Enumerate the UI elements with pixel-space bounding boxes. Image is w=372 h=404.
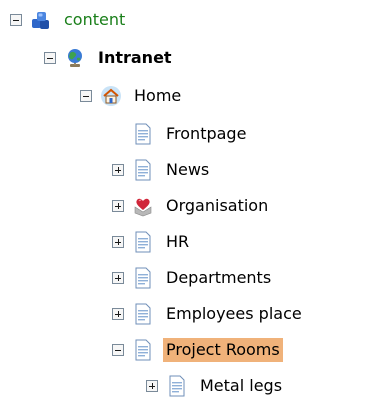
- tree-node-employees-place[interactable]: Employees place: [112, 296, 305, 332]
- page-icon: [135, 231, 151, 253]
- collapse-toggle[interactable]: [80, 90, 92, 102]
- tree-node-label: Metal legs: [200, 376, 283, 395]
- content-blocks-icon: [32, 12, 49, 29]
- tree-node-home[interactable]: Home: [80, 78, 184, 114]
- collapse-toggle[interactable]: [112, 344, 124, 356]
- tree-node-label: Frontpage: [166, 124, 247, 143]
- expand-toggle[interactable]: [112, 236, 124, 248]
- tree-node-label: News: [166, 160, 210, 179]
- tree-node-label: Employees place: [166, 304, 302, 323]
- tree-node-label: Intranet: [98, 48, 172, 67]
- page-icon: [135, 123, 151, 145]
- page-icon: [135, 303, 151, 325]
- content-tree: content Intranet Home Frontpage News Org…: [0, 0, 372, 401]
- globe-icon: [68, 49, 82, 67]
- tree-node-organisation[interactable]: Organisation: [112, 188, 271, 224]
- tree-node-frontpage[interactable]: Frontpage: [112, 116, 249, 152]
- tree-node-metal-legs[interactable]: Metal legs: [146, 368, 285, 404]
- collapse-toggle[interactable]: [44, 52, 56, 64]
- collapse-toggle[interactable]: [10, 14, 22, 26]
- tree-node-departments[interactable]: Departments: [112, 260, 274, 296]
- home-icon: [101, 86, 121, 106]
- tree-node-intranet[interactable]: Intranet: [44, 40, 175, 76]
- page-icon: [135, 339, 151, 361]
- tree-node-project-rooms[interactable]: Project Rooms: [112, 332, 283, 368]
- heart-box-icon: [134, 198, 152, 217]
- tree-node-label: HR: [166, 232, 190, 251]
- expand-toggle[interactable]: [112, 200, 124, 212]
- expand-toggle[interactable]: [112, 308, 124, 320]
- tree-node-label: Departments: [166, 268, 272, 287]
- page-icon: [169, 375, 185, 397]
- expand-toggle[interactable]: [112, 164, 124, 176]
- tree-node-news[interactable]: News: [112, 152, 212, 188]
- page-icon: [135, 267, 151, 289]
- tree-node-label: content: [64, 10, 126, 29]
- tree-node-label: Organisation: [166, 196, 269, 215]
- tree-node-hr[interactable]: HR: [112, 224, 192, 260]
- tree-node-label-selected: Project Rooms: [163, 338, 283, 362]
- expand-toggle[interactable]: [146, 380, 158, 392]
- page-icon: [135, 159, 151, 181]
- tree-node-label: Home: [134, 86, 182, 105]
- expand-toggle[interactable]: [112, 272, 124, 284]
- tree-node-content[interactable]: content: [10, 2, 128, 38]
